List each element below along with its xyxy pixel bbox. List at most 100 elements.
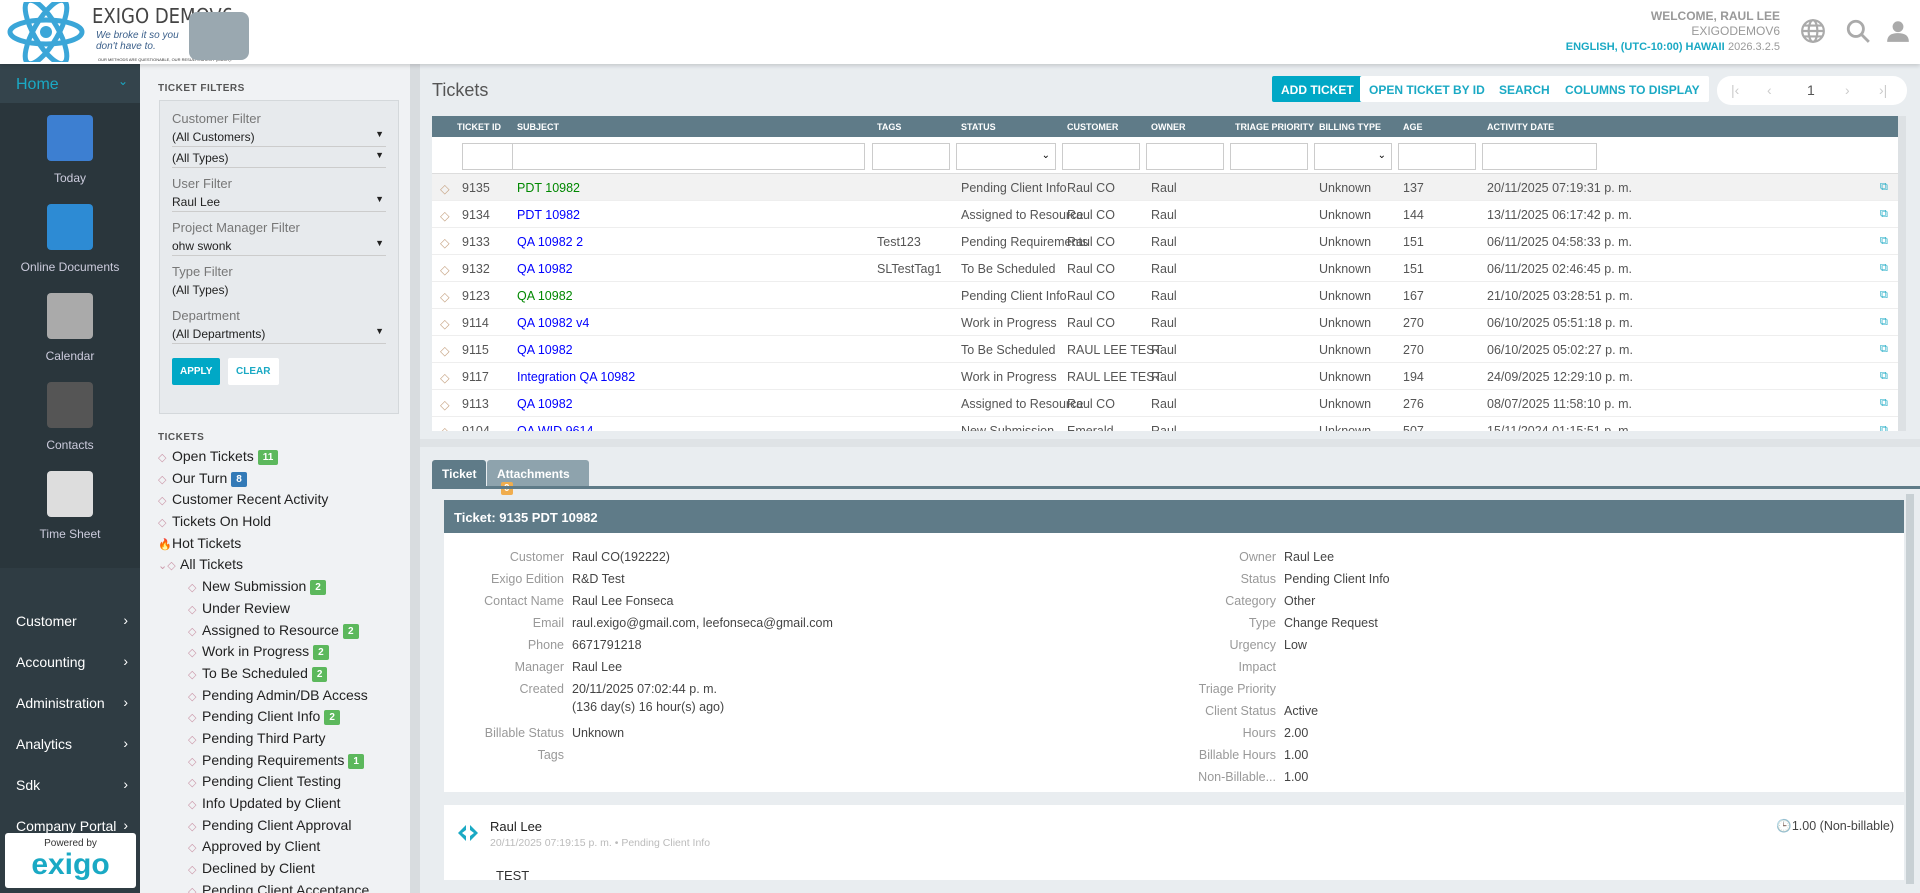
ticket-nav-item[interactable]: ◇ Pending Client Testing [158, 773, 420, 795]
cell-subject[interactable]: QA 10982 v4 [517, 316, 589, 330]
table-row[interactable]: ◇ 9115 QA 10982 To Be Scheduled RAUL LEE TES… [432, 336, 1898, 363]
sidebar-menu-analytics[interactable]: Analytics › [0, 724, 140, 765]
table-row[interactable]: ◇ 9114 QA 10982 v4 Work in Progress Raul CO R… [432, 309, 1898, 336]
column-filter-input[interactable] [512, 143, 865, 170]
sidebar-menu-customer[interactable]: Customer › [0, 601, 140, 642]
open-external-icon[interactable]: ⧉ [1880, 181, 1888, 194]
tab-ticket[interactable]: Ticket [432, 460, 487, 487]
table-row[interactable]: ◇ 9132 QA 10982 SLTestTag1 To Be Scheduled Ra… [432, 255, 1898, 282]
ticket-nav-item[interactable]: ◇ Our Turn 8 [158, 470, 420, 492]
sidebar-more-items[interactable] [0, 548, 140, 568]
open-external-icon[interactable]: ⧉ [1880, 397, 1888, 410]
ticket-nav-item[interactable]: ◇ Under Review [158, 600, 420, 622]
column-header[interactable]: BILLING TYPE [1319, 122, 1381, 132]
column-header[interactable]: TRIAGE PRIORITY [1235, 122, 1314, 132]
table-row[interactable]: ◇ 9123 QA 10982 Pending Client Info Raul CO R… [432, 282, 1898, 309]
sidebar-item-calendar[interactable]: Calendar [0, 281, 140, 370]
user-icon[interactable] [1885, 18, 1911, 44]
ticket-nav-item[interactable]: ◇ Pending Client Approval [158, 817, 420, 839]
sidebar-item-contacts[interactable]: Contacts [0, 370, 140, 459]
user-filter-select[interactable]: Raul Lee ▼ [172, 191, 386, 212]
column-header[interactable]: SUBJECT [517, 122, 559, 132]
cell-subject[interactable]: QA 10982 2 [517, 235, 583, 249]
sidebar-item-time-sheet[interactable]: Time Sheet [0, 459, 140, 548]
search-icon[interactable] [1845, 18, 1871, 44]
detail-scrollbar[interactable] [1906, 494, 1914, 884]
powered-by-box[interactable]: Powered by exigo [5, 833, 136, 888]
column-header[interactable]: TAGS [877, 122, 901, 132]
column-filter-input[interactable] [1062, 143, 1140, 170]
cell-subject[interactable]: PDT 10982 [517, 181, 580, 195]
ticket-nav-item[interactable]: ◇ Pending Admin/DB Access [158, 687, 420, 709]
column-filter-select[interactable]: ⌄ [1314, 143, 1392, 170]
ticket-nav-item[interactable]: ◇ To Be Scheduled 2 [158, 665, 420, 687]
prev-page-icon[interactable]: ‹ [1767, 82, 1772, 98]
table-scrollbar[interactable] [1898, 116, 1906, 431]
first-page-icon[interactable]: |‹ [1731, 82, 1739, 98]
open-external-icon[interactable]: ⧉ [1880, 208, 1888, 221]
last-page-icon[interactable]: ›| [1879, 82, 1887, 98]
cell-subject[interactable]: QA 10982 [517, 262, 573, 276]
filters-scrollbar[interactable] [410, 64, 420, 893]
customer-filter-select[interactable]: (All Customers) ▼ [172, 126, 386, 147]
cell-subject[interactable]: QA 10982 [517, 397, 573, 411]
columns-to-display-button[interactable]: COLUMNS TO DISPLAY [1556, 76, 1709, 102]
column-header[interactable]: TICKET ID [457, 122, 501, 132]
ticket-nav-item[interactable]: 🔥Hot Tickets [158, 535, 420, 557]
open-ticket-by-id-button[interactable]: OPEN TICKET BY ID [1360, 76, 1494, 102]
open-external-icon[interactable]: ⧉ [1880, 424, 1888, 431]
open-external-icon[interactable]: ⧉ [1880, 343, 1888, 356]
column-filter-select[interactable]: ⌄ [956, 143, 1056, 170]
globe-icon[interactable] [1800, 18, 1826, 44]
open-external-icon[interactable]: ⧉ [1880, 370, 1888, 383]
column-filter-input[interactable] [1398, 143, 1476, 170]
next-page-icon[interactable]: › [1845, 82, 1850, 98]
column-header[interactable]: ACTIVITY DATE [1487, 122, 1554, 132]
add-ticket-button[interactable]: ADD TICKET [1272, 76, 1363, 102]
sidebar-menu-accounting[interactable]: Accounting › [0, 642, 140, 683]
ticket-nav-item[interactable]: ◇ Pending Client Info 2 [158, 708, 420, 730]
column-header[interactable]: CUSTOMER [1067, 122, 1118, 132]
open-external-icon[interactable]: ⧉ [1880, 316, 1888, 329]
open-external-icon[interactable]: ⧉ [1880, 289, 1888, 302]
sidebar-menu-administration[interactable]: Administration › [0, 683, 140, 724]
pm-filter-select[interactable]: ohw swonk ▼ [172, 235, 386, 256]
table-row[interactable]: ◇ 9135 PDT 10982 Pending Client Info Raul CO… [432, 174, 1898, 201]
company-logo[interactable]: EXIGO DEMOV6 We broke it so you don't ha… [4, 0, 254, 67]
column-filter-input[interactable] [1482, 143, 1597, 170]
cell-subject[interactable]: PDT 10982 [517, 208, 580, 222]
table-row[interactable]: ◇ 9117 Integration QA 10982 Work in Progres… [432, 363, 1898, 390]
locale-link[interactable]: ENGLISH, (UTC-10:00) HAWAII [1566, 41, 1725, 53]
column-header[interactable]: OWNER [1151, 122, 1186, 132]
column-header[interactable]: STATUS [961, 122, 996, 132]
search-button[interactable]: SEARCH [1490, 76, 1559, 102]
ticket-nav-item[interactable]: ◇ Pending Third Party [158, 730, 420, 752]
column-filter-input[interactable] [1230, 143, 1308, 170]
ticket-nav-item[interactable]: ◇ Customer Recent Activity [158, 491, 420, 513]
table-row[interactable]: ◇ 9133 QA 10982 2 Test123 Pending Requiremen… [432, 228, 1898, 255]
current-page[interactable]: 1 [1807, 82, 1815, 98]
cell-subject[interactable]: Integration QA 10982 [517, 370, 635, 384]
ticket-nav-item[interactable]: ⌄◇ All Tickets [158, 556, 420, 578]
ticket-nav-item[interactable]: ◇ Pending Requirements 1 [158, 752, 420, 774]
cell-subject[interactable]: QA WID 9614 [517, 424, 593, 431]
tab-attachments[interactable]: Attachments0 [487, 460, 589, 495]
ticket-nav-item[interactable]: ◇ New Submission 2 [158, 578, 420, 600]
ticket-nav-item[interactable]: ◇ Work in Progress 2 [158, 643, 420, 665]
sidebar-menu-sdk[interactable]: Sdk › [0, 765, 140, 806]
ticket-nav-item[interactable]: ◇ Pending Client Acceptance [158, 882, 420, 893]
table-row[interactable]: ◇ 9134 PDT 10982 Assigned to Resource Raul C… [432, 201, 1898, 228]
ticket-nav-item[interactable]: ◇ Declined by Client [158, 860, 420, 882]
ticket-nav-item[interactable]: ◇ Approved by Client [158, 838, 420, 860]
open-external-icon[interactable]: ⧉ [1880, 262, 1888, 275]
department-select[interactable]: (All Departments) ▼ [172, 323, 386, 344]
column-header[interactable]: AGE [1403, 122, 1423, 132]
column-filter-input[interactable] [872, 143, 950, 170]
ticket-nav-item[interactable]: ◇ Assigned to Resource 2 [158, 622, 420, 644]
ticket-nav-item[interactable]: ◇ Tickets On Hold [158, 513, 420, 535]
clear-button[interactable]: CLEAR [228, 358, 279, 385]
table-row[interactable]: ◇ 9104 QA WID 9614 New Submission Emerald Rau… [432, 417, 1898, 431]
apply-button[interactable]: APPLY [172, 358, 221, 385]
customer-type-select[interactable]: (All Types) ▼ [172, 147, 386, 168]
ticket-nav-item[interactable]: ◇ Info Updated by Client [158, 795, 420, 817]
